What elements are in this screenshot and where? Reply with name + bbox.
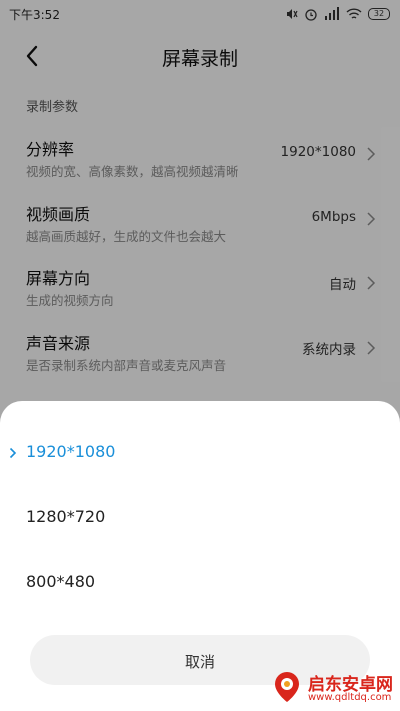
watermark-logo-icon <box>275 672 299 702</box>
option-800x480[interactable]: 800*480 <box>0 558 400 608</box>
option-label: 1280*720 <box>26 507 106 526</box>
resolution-picker-sheet: 1920*1080 1280*720 800*480 取消 <box>0 401 400 711</box>
watermark: 启东安卓网 www.qdltdq.com <box>270 668 398 708</box>
screen: 下午3:52 32 屏幕录制 录制参数 分辨率 视频的宽、高像素数，越高视频越清… <box>0 0 400 711</box>
watermark-url: www.qdltdq.com <box>308 692 392 703</box>
selected-chevron-icon <box>9 447 17 459</box>
option-label: 800*480 <box>26 572 96 591</box>
option-1920x1080[interactable]: 1920*1080 <box>0 428 400 478</box>
option-1280x720[interactable]: 1280*720 <box>0 493 400 543</box>
option-label: 1920*1080 <box>26 442 116 461</box>
